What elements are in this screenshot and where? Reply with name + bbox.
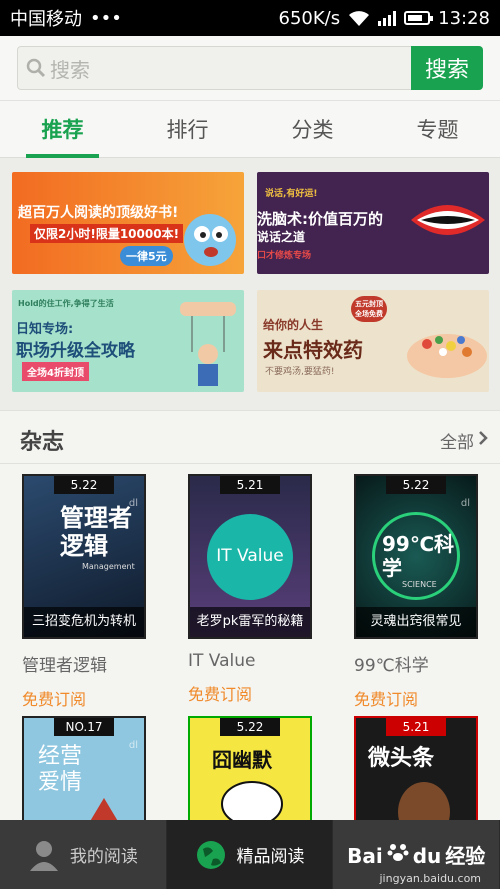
tab-topics[interactable]: 专题 bbox=[375, 101, 500, 157]
cover-title: 囧幽默 bbox=[212, 748, 272, 772]
search-icon bbox=[26, 58, 46, 78]
promo-stamp: 五元封顶 全场免费 bbox=[351, 296, 387, 322]
search-button[interactable]: 搜索 bbox=[411, 46, 483, 90]
banner-tagline: 不要鸡汤,要猛药! bbox=[265, 367, 335, 377]
magazine-card[interactable]: 5.22 dl 管理者逻辑 Management 三招变危机为转机 管理者逻辑 … bbox=[22, 474, 146, 710]
cover-caption: 老罗pk雷军的秘籍 bbox=[190, 607, 310, 637]
paw-icon bbox=[387, 844, 409, 861]
banner-career[interactable]: Hold的住工作,争得了生活 日知专场: 职场升级全攻略 全场4折封顶 bbox=[12, 290, 244, 392]
wifi-icon bbox=[349, 11, 370, 26]
subscribe-link[interactable]: 免费订阅 bbox=[354, 686, 478, 710]
cover-caption: 三招变危机为转机 bbox=[24, 607, 144, 637]
nav-featured-reading[interactable]: 精品阅读 bbox=[166, 820, 334, 889]
battery-icon bbox=[404, 11, 434, 25]
price-badge: 一律5元 bbox=[120, 246, 173, 266]
magazine-card[interactable]: 5.22 dl 99℃科学 SCIENCE 灵魂出窍很常见 99℃科学 免费订阅 bbox=[354, 474, 478, 710]
search-input[interactable]: 搜索 bbox=[17, 46, 412, 90]
banner-remedy[interactable]: 给你的人生 来点特效药 不要鸡汤,要猛药! 五元封顶 全场免费 bbox=[257, 290, 489, 392]
magazine-card[interactable]: 5.21 微头条 bbox=[354, 716, 478, 820]
watermark-brand: Bai bbox=[347, 844, 383, 868]
pills-icon bbox=[407, 334, 487, 378]
cover-title: 99℃科学 bbox=[382, 532, 455, 580]
issue-badge: 5.22 bbox=[386, 476, 446, 494]
magazine-card[interactable]: NO.17 dl 经营爱情 bbox=[22, 716, 146, 820]
signal-icon bbox=[378, 10, 397, 26]
nav-label: 经验 bbox=[445, 844, 486, 868]
globe-icon bbox=[196, 840, 225, 869]
magazine-title[interactable]: 管理者逻辑 bbox=[22, 651, 146, 676]
nav-label: 我的阅读 bbox=[69, 847, 138, 867]
subscribe-link[interactable]: 免费订阅 bbox=[188, 681, 312, 705]
banner-kicker: 说话,有好运! bbox=[265, 189, 318, 199]
notification-dots: ••• bbox=[90, 7, 122, 29]
user-icon bbox=[29, 840, 58, 871]
status-bar: 中国移动 ••• 650K/s 13:28 bbox=[0, 0, 500, 36]
issue-badge: 5.21 bbox=[386, 718, 446, 736]
banner-title: 给你的人生 bbox=[263, 318, 324, 332]
issue-badge: 5.22 bbox=[54, 476, 114, 494]
banner-subtitle: 职场升级全攻略 bbox=[16, 341, 135, 361]
magazine-title[interactable]: 99℃科学 bbox=[354, 651, 478, 676]
brand-mark: dl bbox=[128, 740, 138, 751]
banner-subtitle: 仅限2小时!限量10000本! bbox=[30, 224, 184, 243]
cover-subtitle: Management bbox=[82, 562, 135, 571]
promo-banners: 超百万人阅读的顶级好书! 仅限2小时!限量10000本! 一律5元 说话,有好运… bbox=[0, 158, 500, 410]
nav-my-reading[interactable]: 我的阅读 bbox=[0, 820, 167, 889]
tab-recommend[interactable]: 推荐 bbox=[0, 101, 125, 158]
tab-ranking[interactable]: 排行 bbox=[125, 101, 250, 157]
magazine-cover[interactable]: NO.17 dl 经营爱情 bbox=[22, 716, 146, 820]
banner-subtitle: 来点特效药 bbox=[263, 338, 363, 362]
issue-badge: 5.22 bbox=[220, 718, 280, 736]
magazine-cover[interactable]: 5.22 囧幽默 bbox=[188, 716, 312, 820]
chevron-right-icon[interactable] bbox=[478, 430, 488, 446]
mouth-icon bbox=[411, 205, 485, 235]
nav-label: 精品阅读 bbox=[236, 847, 305, 867]
cover-caption: 灵魂出窍很常见 bbox=[356, 607, 476, 637]
tab-category[interactable]: 分类 bbox=[250, 101, 375, 157]
cover-subtitle: SCIENCE bbox=[402, 580, 437, 589]
bottom-navigation: 我的阅读 精品阅读 Bai du 经验 jingyan.baidu.com bbox=[0, 820, 500, 889]
banner-bestsellers[interactable]: 超百万人阅读的顶级好书! 仅限2小时!限量10000本! 一律5元 bbox=[12, 172, 244, 274]
magazine-section-header: 杂志 全部 bbox=[0, 410, 500, 464]
category-tabs: 推荐 排行 分类 专题 bbox=[0, 100, 500, 158]
issue-badge: 5.21 bbox=[220, 476, 280, 494]
watermark-brand-suffix: du bbox=[412, 844, 442, 868]
mascot-icon bbox=[184, 214, 236, 266]
cover-title: IT Value bbox=[216, 546, 284, 566]
carrier-name: 中国移动 bbox=[10, 9, 82, 30]
subscribe-link[interactable]: 免费订阅 bbox=[22, 686, 146, 710]
cover-title: 管理者逻辑 bbox=[60, 504, 132, 560]
section-title: 杂志 bbox=[20, 430, 65, 455]
magazine-cover[interactable]: 5.22 dl 管理者逻辑 Management 三招变危机为转机 bbox=[22, 474, 146, 639]
watermark-url: jingyan.baidu.com bbox=[379, 872, 482, 885]
issue-badge: NO.17 bbox=[54, 718, 114, 736]
banner-tag: 口才修炼专场 bbox=[257, 251, 312, 261]
magazine-card[interactable]: 5.22 囧幽默 bbox=[188, 716, 312, 820]
magazine-cover[interactable]: 5.22 dl 99℃科学 SCIENCE 灵魂出窍很常见 bbox=[354, 474, 478, 639]
view-all-link[interactable]: 全部 bbox=[440, 428, 474, 453]
banner-brainwash[interactable]: 说话,有好运! 洗脑术:价值百万的 说话之道 口才修炼专场 bbox=[257, 172, 489, 274]
banner-subtitle: 说话之道 bbox=[257, 230, 306, 244]
search-placeholder: 搜索 bbox=[50, 57, 90, 82]
puppet-icon bbox=[180, 302, 236, 386]
magazine-cover[interactable]: 5.21 微头条 bbox=[354, 716, 478, 820]
banner-title: 超百万人阅读的顶级好书! bbox=[18, 205, 179, 221]
clock: 13:28 bbox=[438, 7, 490, 29]
baidu-watermark: Bai du 经验 jingyan.baidu.com bbox=[347, 840, 486, 885]
banner-title: 洗脑术:价值百万的 bbox=[257, 210, 383, 228]
magazine-title[interactable]: IT Value bbox=[188, 651, 312, 671]
magazine-card[interactable]: 5.21 IT Value 老罗pk雷军的秘籍 IT Value 免费订阅 bbox=[188, 474, 312, 705]
brand-mark: dl bbox=[460, 498, 470, 509]
search-bar: 搜索 搜索 bbox=[0, 36, 500, 100]
magazine-cover[interactable]: 5.21 IT Value 老罗pk雷军的秘籍 bbox=[188, 474, 312, 639]
discount-badge: 全场4折封顶 bbox=[22, 362, 89, 381]
nav-experience[interactable]: Bai du 经验 jingyan.baidu.com bbox=[333, 820, 500, 889]
banner-title: 日知专场: bbox=[16, 322, 74, 337]
banner-kicker: Hold的住工作,争得了生活 bbox=[18, 299, 114, 308]
network-speed: 650K/s bbox=[278, 7, 341, 29]
magazine-grid: 5.22 dl 管理者逻辑 Management 三招变危机为转机 管理者逻辑 … bbox=[0, 464, 500, 820]
cover-title: 微头条 bbox=[368, 746, 435, 771]
